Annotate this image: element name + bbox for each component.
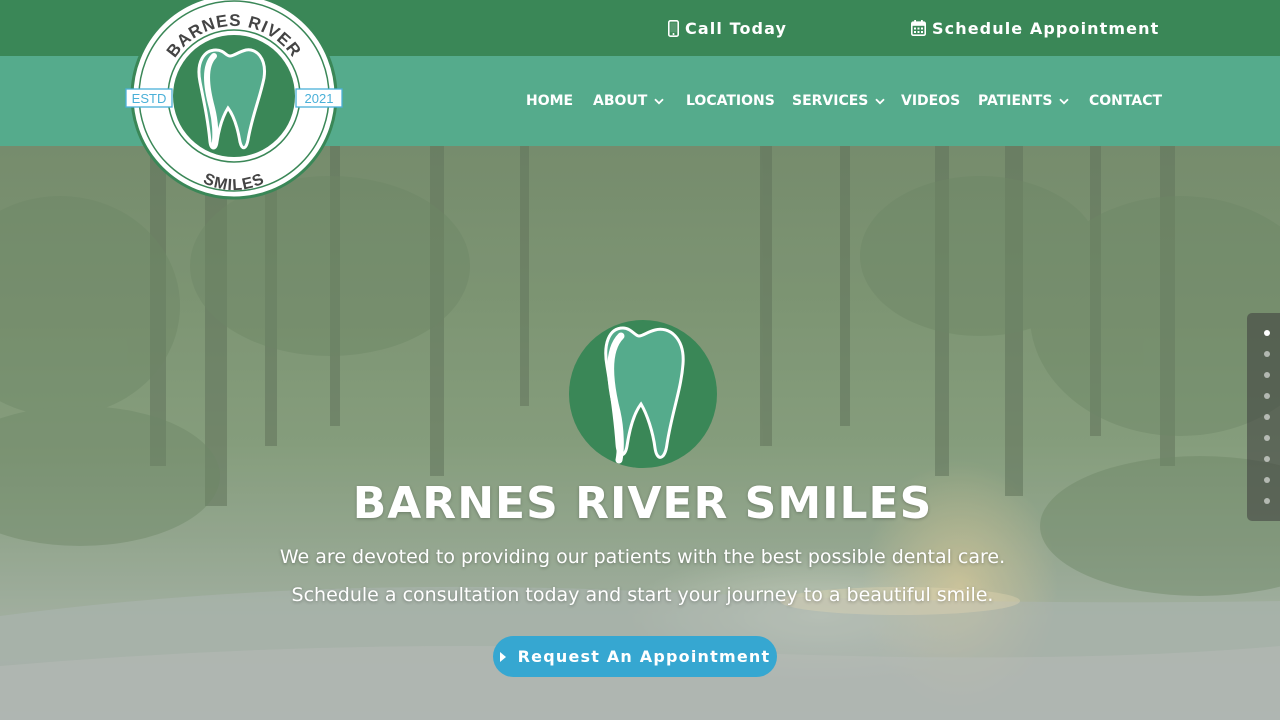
call-today-link[interactable]: Call Today bbox=[668, 16, 787, 40]
phone-icon bbox=[668, 19, 679, 37]
section-dot[interactable] bbox=[1264, 372, 1270, 378]
nav-videos[interactable]: VIDEOS bbox=[901, 91, 960, 111]
hero-tagline-1: We are devoted to providing our patients… bbox=[279, 546, 1006, 568]
nav-contact-label: CONTACT bbox=[1089, 93, 1163, 109]
hero-tagline-2: Schedule a consultation today and start … bbox=[291, 584, 994, 606]
section-dot[interactable] bbox=[1264, 435, 1270, 441]
chevron-down-icon bbox=[654, 98, 664, 105]
nav-home-label: HOME bbox=[526, 93, 574, 109]
logo-estd-year: 2021 bbox=[305, 91, 334, 106]
section-dot-navigation bbox=[1247, 313, 1280, 521]
barnes-river-smiles-logo[interactable]: BARNES RIVER SMILES ESTD 2021 bbox=[124, 0, 344, 204]
section-dot[interactable] bbox=[1264, 351, 1270, 357]
nav-patients-label: PATIENTS bbox=[978, 93, 1053, 109]
schedule-appointment-label: Schedule Appointment bbox=[932, 18, 1160, 38]
hero-tooth-logo bbox=[569, 320, 717, 468]
section-dot[interactable] bbox=[1264, 477, 1270, 483]
call-today-label: Call Today bbox=[685, 18, 788, 38]
nav-contact[interactable]: CONTACT bbox=[1089, 91, 1162, 111]
chevron-down-icon bbox=[1059, 98, 1070, 105]
schedule-appointment-link[interactable]: Schedule Appointment bbox=[911, 16, 1159, 40]
section-dot[interactable] bbox=[1264, 414, 1270, 420]
section-dot[interactable] bbox=[1264, 330, 1270, 336]
caret-right-icon bbox=[499, 651, 506, 662]
section-dot[interactable] bbox=[1264, 456, 1270, 462]
nav-home[interactable]: HOME bbox=[526, 91, 573, 111]
nav-videos-label: VIDEOS bbox=[901, 93, 961, 109]
nav-locations-label: LOCATIONS bbox=[686, 93, 775, 109]
nav-services-label: SERVICES bbox=[792, 93, 869, 109]
calendar-icon bbox=[911, 20, 926, 36]
nav-patients[interactable]: PATIENTS bbox=[978, 91, 1070, 111]
nav-services[interactable]: SERVICES bbox=[792, 91, 886, 111]
chevron-down-icon bbox=[875, 98, 886, 105]
logo-estd-label: ESTD bbox=[132, 91, 167, 106]
hero-title: BARNES RIVER SMILES bbox=[352, 478, 933, 529]
request-appointment-label: Request An Appointment bbox=[517, 647, 771, 666]
section-dot[interactable] bbox=[1264, 498, 1270, 504]
request-appointment-button[interactable]: Request An Appointment bbox=[493, 636, 777, 677]
section-dot[interactable] bbox=[1264, 393, 1270, 399]
nav-about-label: ABOUT bbox=[593, 93, 648, 109]
nav-about[interactable]: ABOUT bbox=[593, 91, 664, 111]
nav-locations[interactable]: LOCATIONS bbox=[686, 91, 775, 111]
